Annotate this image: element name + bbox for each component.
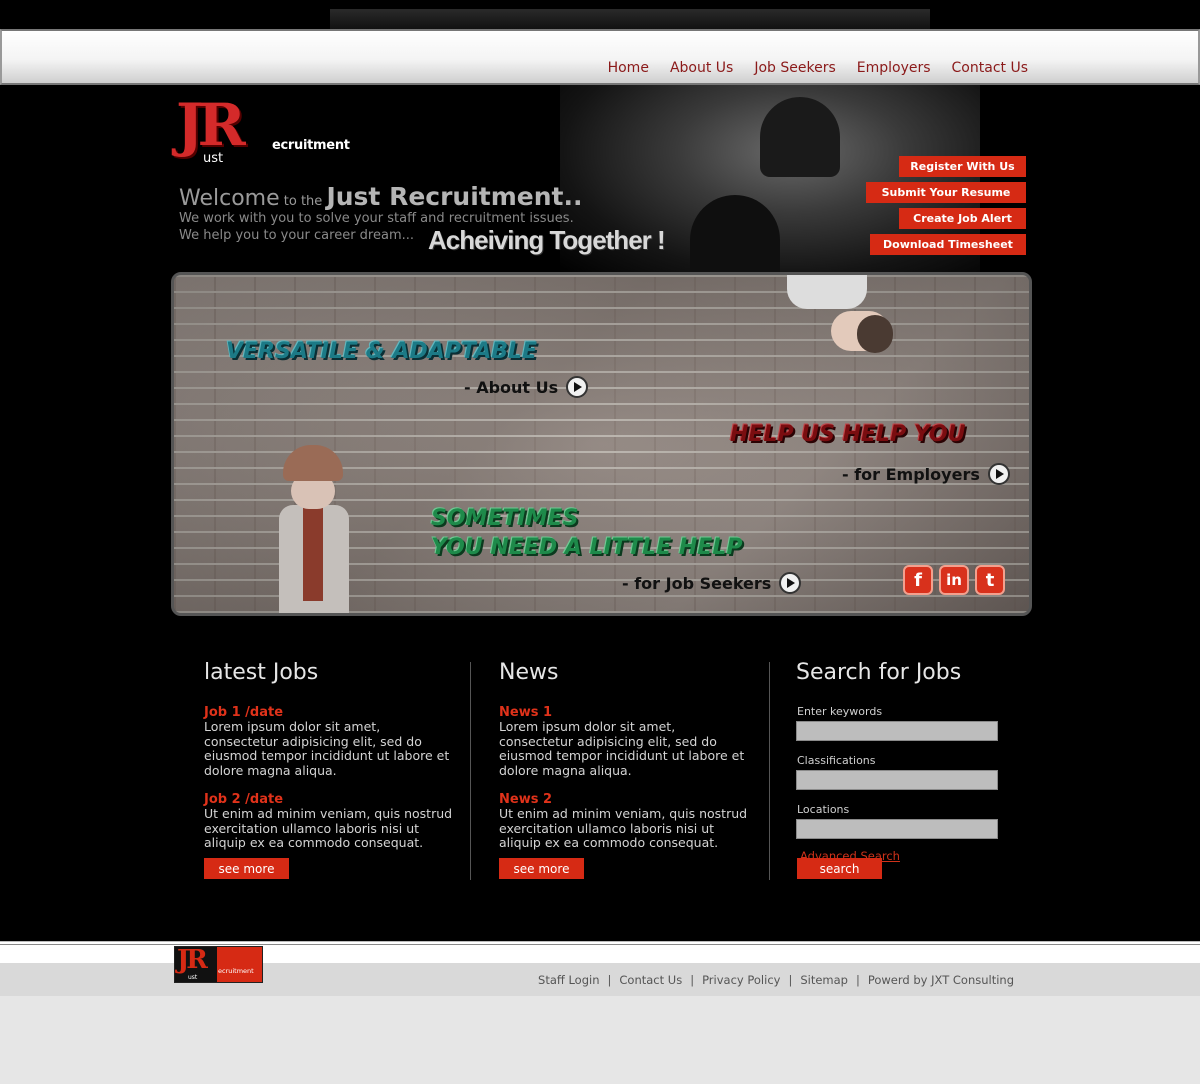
- search-title: Search for Jobs: [796, 660, 962, 685]
- about-us-link-label: - About Us: [464, 377, 559, 397]
- footer-logo[interactable]: JR ust ecruitment: [174, 946, 263, 983]
- for-employers-link-label: - for Employers: [842, 464, 980, 484]
- sitemap-link[interactable]: Sitemap: [800, 973, 848, 987]
- create-job-alert-button[interactable]: Create Job Alert: [899, 208, 1026, 229]
- twitter-icon[interactable]: t: [975, 565, 1005, 595]
- footer-rule: [0, 944, 1200, 945]
- logo-ust: ust: [203, 151, 224, 166]
- footer-separator: |: [607, 973, 612, 987]
- nav-bar: Home About Us Job Seekers Employers Cont…: [0, 29, 1200, 85]
- arrow-right-icon: [987, 463, 1010, 485]
- footer-separator: |: [690, 973, 695, 987]
- column-divider: [769, 662, 770, 880]
- keywords-input[interactable]: [796, 721, 998, 741]
- about-us-link[interactable]: - About Us: [464, 376, 589, 398]
- footer-logo-ust: ust: [188, 974, 198, 981]
- column-divider: [470, 662, 471, 880]
- silhouette-figure-bottom: [690, 195, 780, 275]
- job-1-title[interactable]: Job 1 /date: [204, 705, 454, 720]
- page-bottom: [0, 996, 1200, 1084]
- achieving-together-slogan: Acheiving Together !: [428, 225, 666, 255]
- boy-with-hat-image: [269, 445, 369, 613]
- footer-links: Staff Login | Contact Us | Privacy Polic…: [538, 973, 1014, 987]
- logo-jr: JR: [176, 91, 246, 159]
- nav-employers[interactable]: Employers: [857, 60, 931, 76]
- download-timesheet-button[interactable]: Download Timesheet: [870, 234, 1026, 255]
- job-2-title[interactable]: Job 2 /date: [204, 792, 454, 807]
- privacy-policy-link[interactable]: Privacy Policy: [702, 973, 780, 987]
- welcome-word: Welcome: [179, 186, 280, 211]
- for-job-seekers-link-label: - for Job Seekers: [622, 573, 772, 593]
- submit-resume-button[interactable]: Submit Your Resume: [866, 182, 1026, 203]
- logo-ecruitment: ecruitment: [272, 138, 350, 153]
- linkedin-icon[interactable]: in: [939, 565, 969, 595]
- latest-jobs-section: latest Jobs Job 1 /date Lorem ipsum dolo…: [204, 660, 454, 865]
- welcome-brand: Just Recruitment..: [326, 182, 583, 211]
- news-1-title[interactable]: News 1: [499, 705, 749, 720]
- main-nav: Home About Us Job Seekers Employers Cont…: [608, 60, 1028, 76]
- nav-home[interactable]: Home: [608, 60, 649, 76]
- news-1-text: Lorem ipsum dolor sit amet, consectetur …: [499, 719, 745, 778]
- search-jobs-section: Search for Jobs Enter keywords Classific…: [796, 660, 1006, 863]
- news-2-title[interactable]: News 2: [499, 792, 749, 807]
- for-employers-link[interactable]: - for Employers: [842, 463, 1010, 485]
- register-button[interactable]: Register With Us: [899, 156, 1026, 177]
- nav-contact-us[interactable]: Contact Us: [952, 60, 1028, 76]
- staff-login-link[interactable]: Staff Login: [538, 973, 599, 987]
- kid-hair: [857, 315, 893, 353]
- boy-hat: [283, 445, 343, 481]
- footer-contact-link[interactable]: Contact Us: [619, 973, 682, 987]
- footer-logo-jr: JR: [177, 946, 208, 975]
- footer-logo-red: [217, 947, 262, 982]
- welcome-heading: Welcome to the Just Recruitment..: [179, 182, 583, 211]
- footer-separator: |: [855, 973, 860, 987]
- job-2-text: Ut enim ad minim veniam, quis nostrud ex…: [204, 806, 453, 850]
- locations-input[interactable]: [796, 819, 998, 839]
- top-glow: [330, 9, 930, 29]
- kid-hanging-image: [779, 275, 899, 355]
- news-2-text: Ut enim ad minim veniam, quis nostrud ex…: [499, 806, 748, 850]
- jobs-see-more-button[interactable]: see more: [204, 858, 289, 879]
- news-see-more-button[interactable]: see more: [499, 858, 584, 879]
- powered-by-link[interactable]: Powerd by JXT Consulting: [868, 973, 1014, 987]
- top-strip: [0, 0, 1200, 29]
- logo[interactable]: JR ust ecruitment: [176, 91, 356, 175]
- job-1-text: Lorem ipsum dolor sit amet, consectetur …: [204, 719, 450, 778]
- search-button[interactable]: search: [797, 858, 882, 879]
- footer-logo-ecruitment: ecruitment: [218, 967, 254, 975]
- banner-heading-sometimes: SOMETIMES: [431, 506, 579, 531]
- latest-jobs-title: latest Jobs: [204, 660, 319, 685]
- classifications-label: Classifications: [797, 754, 876, 767]
- facebook-icon[interactable]: f: [903, 565, 933, 595]
- kid-arm: [787, 275, 867, 309]
- arrow-right-icon: [566, 376, 589, 398]
- nav-job-seekers[interactable]: Job Seekers: [754, 60, 835, 76]
- silhouette-figure-top: [760, 97, 840, 177]
- footer-separator: |: [788, 973, 793, 987]
- classifications-input[interactable]: [796, 770, 998, 790]
- for-job-seekers-link[interactable]: - for Job Seekers: [622, 572, 802, 594]
- banner-heading-little-help: YOU NEED A LITTLE HELP: [431, 535, 743, 560]
- nav-about-us[interactable]: About Us: [670, 60, 733, 76]
- locations-label: Locations: [797, 803, 850, 816]
- news-title: News: [499, 660, 559, 685]
- banner-heading-versatile: VERSATILE & ADAPTABLE: [226, 339, 538, 364]
- arrow-right-icon: [779, 572, 802, 594]
- boy-scarf: [303, 505, 323, 601]
- news-section: News News 1 Lorem ipsum dolor sit amet, …: [499, 660, 749, 865]
- banner-heading-help: HELP US HELP YOU: [730, 422, 966, 447]
- hero-banner: VERSATILE & ADAPTABLE - About Us HELP US…: [171, 272, 1032, 616]
- keywords-label: Enter keywords: [797, 705, 883, 718]
- welcome-to-the: to the: [279, 194, 327, 209]
